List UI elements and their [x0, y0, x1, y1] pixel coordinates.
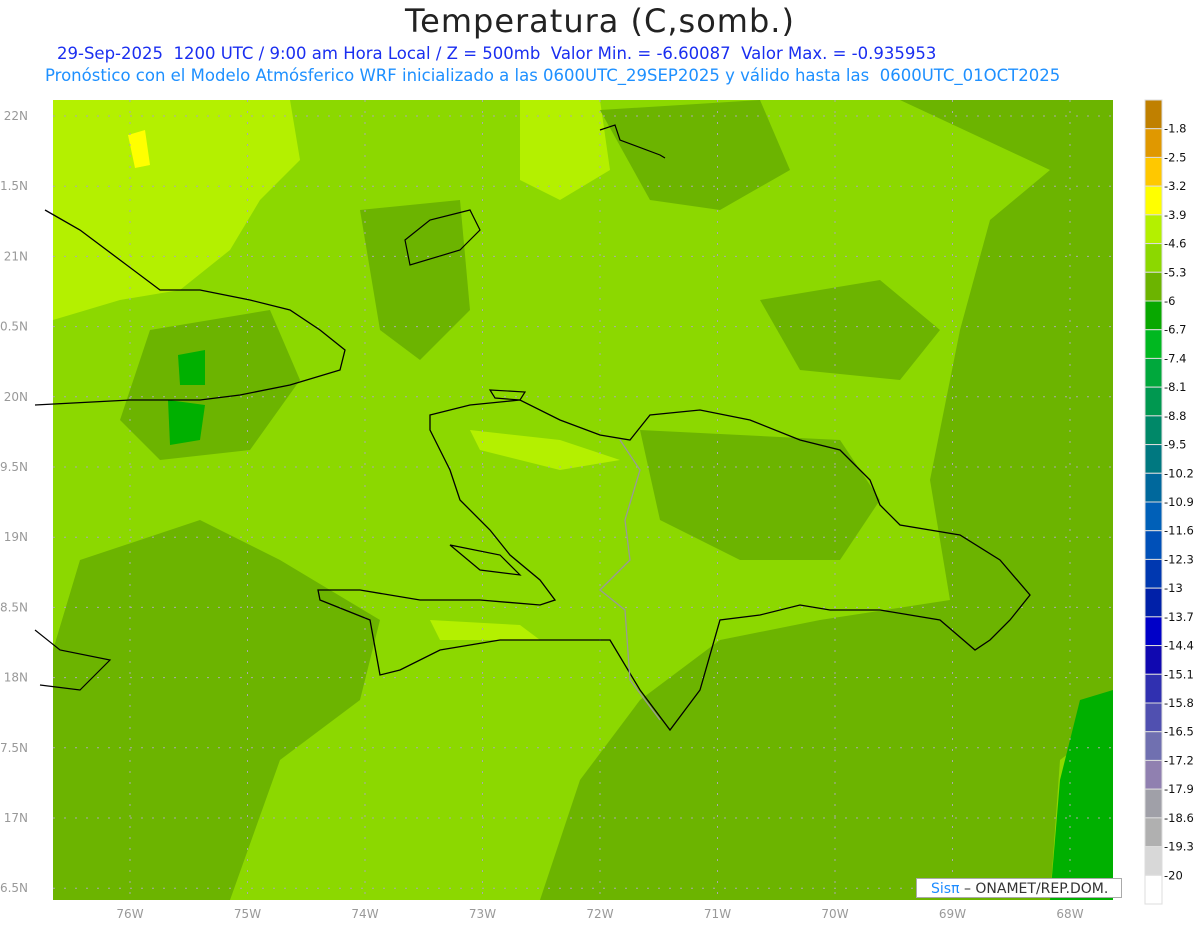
colorbar: -1.8 -2.5 -3.2 -3.9 -4.6 -5.3 -6 -6.7 -7.4 -8.1 -8… — [1144, 99, 1194, 905]
colorbar-label: -14.4 — [1164, 639, 1194, 653]
lat-tick-label: 20N — [4, 390, 28, 404]
colorbar-label: -3.2 — [1164, 179, 1186, 193]
colorbar-label: -6.7 — [1164, 323, 1186, 337]
lat-tick-label: 1.5N — [0, 179, 28, 193]
colorbar-label: -9.5 — [1164, 438, 1186, 452]
lon-tick-label: 68W — [1056, 907, 1083, 921]
colorbar-label: -6 — [1164, 294, 1175, 308]
colorbar-swatch — [1144, 645, 1163, 675]
colorbar-swatch — [1144, 788, 1163, 819]
lat-tick-label: 6.5N — [0, 881, 28, 895]
colorbar-label: -11.6 — [1164, 524, 1194, 538]
sispi-logo: Sisπ — [931, 881, 960, 897]
colorbar-label: -8.8 — [1164, 409, 1186, 423]
colorbar-swatch — [1144, 99, 1163, 130]
lat-tick-label: 22N — [4, 109, 28, 123]
colorbar-swatch — [1144, 759, 1163, 790]
colorbar-label: -8.1 — [1164, 380, 1186, 394]
colorbar-swatch — [1144, 846, 1163, 876]
temperature-field — [53, 100, 1113, 900]
colorbar-swatch — [1144, 616, 1163, 647]
colorbar-label: -3.9 — [1164, 208, 1186, 222]
colorbar-label: -4.6 — [1164, 237, 1186, 251]
colorbar-label: -12.3 — [1164, 552, 1194, 566]
lon-tick-label: 71W — [704, 907, 731, 921]
temperature-region — [168, 400, 205, 445]
colorbar-swatch — [1144, 530, 1163, 560]
colorbar-swatch — [1144, 558, 1163, 589]
colorbar-label: -17.2 — [1164, 753, 1194, 767]
colorbar-swatch — [1144, 214, 1163, 245]
lat-tick-label: 7.5N — [0, 741, 28, 755]
colorbar-swatch — [1144, 673, 1163, 704]
credit-text: – ONAMET/REP.DOM. — [959, 881, 1109, 897]
lat-tick-label: 18N — [4, 671, 28, 685]
colorbar-swatch — [1144, 817, 1163, 848]
colorbar-swatch — [1144, 185, 1163, 216]
colorbar-label: -20 — [1164, 868, 1183, 882]
lat-tick-label: 0.5N — [0, 320, 28, 334]
temperature-map: 22N 1.5N 21N 0.5N 20N 9.5N 19N 8.5N 18N 7.5N 17N 6.… — [0, 99, 1194, 921]
colorbar-swatch — [1144, 357, 1163, 388]
colorbar-label: -13.7 — [1164, 610, 1194, 624]
lon-tick-label: 70W — [821, 907, 848, 921]
colorbar-label: -2.5 — [1164, 150, 1186, 164]
colorbar-swatch — [1144, 501, 1163, 532]
colorbar-label: -1.8 — [1164, 122, 1186, 136]
lat-tick-label: 19N — [4, 530, 28, 544]
colorbar-swatch — [1144, 156, 1163, 187]
colorbar-swatch — [1144, 415, 1163, 446]
lat-tick-label: 21N — [4, 249, 28, 263]
lon-tick-label: 74W — [351, 907, 378, 921]
lon-tick-label: 69W — [939, 907, 966, 921]
colorbar-swatch — [1144, 386, 1163, 417]
colorbar-swatch — [1144, 702, 1163, 733]
colorbar-label: -15.1 — [1164, 667, 1194, 681]
lon-tick-label: 72W — [586, 907, 613, 921]
colorbar-label: -13 — [1164, 581, 1183, 595]
colorbar-swatch — [1144, 587, 1163, 618]
colorbar-swatch — [1144, 731, 1163, 761]
colorbar-label: -16.5 — [1164, 725, 1194, 739]
lon-tick-label: 73W — [469, 907, 496, 921]
lon-tick-label: 76W — [116, 907, 143, 921]
colorbar-label: -5.3 — [1164, 265, 1186, 279]
colorbar-label: -15.8 — [1164, 696, 1194, 710]
lat-tick-label: 8.5N — [0, 600, 28, 614]
colorbar-label: -18.6 — [1164, 811, 1194, 825]
colorbar-swatch — [1144, 329, 1163, 359]
lat-tick-label: 9.5N — [0, 460, 28, 474]
colorbar-swatch — [1144, 243, 1163, 273]
lon-tick-label: 75W — [234, 907, 261, 921]
colorbar-label: -10.2 — [1164, 466, 1194, 480]
lat-tick-label: 17N — [4, 811, 28, 825]
colorbar-label: -17.9 — [1164, 782, 1194, 796]
colorbar-label: -7.4 — [1164, 351, 1186, 365]
temperature-region — [178, 350, 205, 385]
colorbar-swatch — [1144, 128, 1163, 158]
colorbar-label: -19.3 — [1164, 840, 1194, 854]
colorbar-label: -10.9 — [1164, 495, 1194, 509]
colorbar-swatch — [1144, 444, 1163, 474]
colorbar-swatch — [1144, 300, 1163, 331]
colorbar-swatch — [1144, 874, 1163, 905]
colorbar-swatch — [1144, 472, 1163, 503]
credit-box: Sisπ – ONAMET/REP.DOM. — [916, 878, 1122, 898]
colorbar-swatch — [1144, 271, 1163, 302]
